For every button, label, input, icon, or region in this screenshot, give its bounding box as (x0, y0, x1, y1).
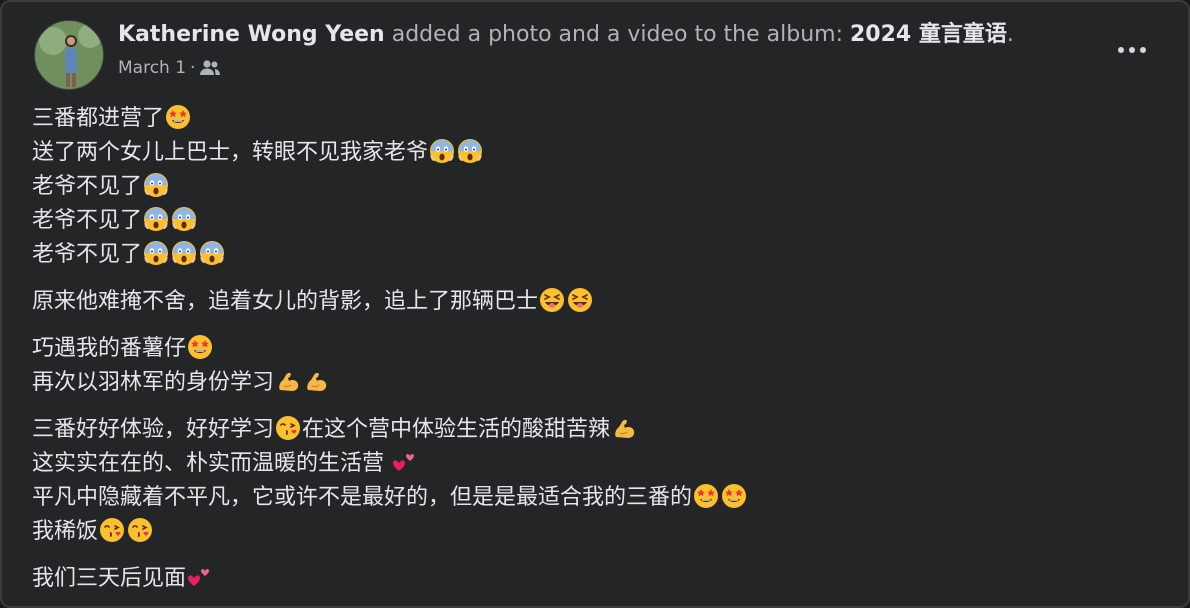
squint-tongue-emoji-icon (539, 287, 565, 313)
scream-emoji-icon (143, 172, 169, 198)
post-action-text: added a photo and a video to the album: (384, 22, 850, 47)
star-struck-emoji-icon (187, 334, 213, 360)
avatar-image (35, 21, 103, 89)
post-text: 再次以羽林军的身份学习 (32, 370, 275, 395)
post-text: 送了两个女儿上巴士，转眼不见我家老爷 (32, 140, 429, 165)
flexed-biceps-emoji-icon (303, 368, 329, 394)
post-text: 原来他难掩不舍，追着女儿的背影，追上了那辆巴士 (32, 289, 539, 314)
kiss-heart-emoji-icon (127, 517, 153, 543)
star-struck-emoji-icon (165, 104, 191, 130)
avatar[interactable] (34, 20, 104, 90)
two-hearts-emoji-icon (392, 449, 418, 475)
post-text-line: 送了两个女儿上巴士，转眼不见我家老爷 (32, 136, 1158, 170)
post-date-link[interactable]: March 1 (118, 56, 186, 80)
post-text: 平凡中隐藏着不平凡，它或许不是最好的，但是是最适合我的三番的 (32, 485, 693, 510)
post-text: 这实实在在的、朴实而温暖的生活营 (32, 451, 391, 476)
post-text: 在这个营中体验生活的酸甜苦辣 (302, 417, 611, 442)
post-text: 老爷不见了 (32, 174, 143, 199)
flexed-biceps-emoji-icon (275, 368, 301, 394)
more-options-button[interactable] (1112, 30, 1152, 70)
post-text-line: 这实实在在的、朴实而温暖的生活营 (32, 447, 1158, 481)
scream-emoji-icon (429, 138, 455, 164)
two-hearts-emoji-icon (187, 564, 213, 590)
post-text: 我们三天后见面 (32, 566, 187, 591)
post-body: 三番都进营了 送了两个女儿上巴士，转眼不见我家老爷 老爷不见了 老爷不见了 老爷… (32, 102, 1158, 606)
star-struck-emoji-icon (693, 483, 719, 509)
squint-tongue-emoji-icon (567, 287, 593, 313)
post-paragraph: 三番都进营了 送了两个女儿上巴士，转眼不见我家老爷 老爷不见了 老爷不见了 老爷… (32, 102, 1158, 272)
post-text-line: 三番好好体验，好好学习 在这个营中体验生活的酸甜苦辣 (32, 413, 1158, 447)
post-text-line: 原来他难掩不舍，追着女儿的背影，追上了那辆巴士 (32, 285, 1158, 319)
post-paragraph: 三番好好体验，好好学习 在这个营中体验生活的酸甜苦辣 这实实在在的、朴实而温暖的… (32, 413, 1158, 549)
scream-emoji-icon (143, 206, 169, 232)
post-card: Katherine Wong Yeen added a photo and a … (0, 0, 1190, 608)
album-name-link[interactable]: 2024 童言童语 (850, 22, 1007, 47)
post-text: 三番都进营了 (32, 106, 165, 131)
scream-emoji-icon (457, 138, 483, 164)
meta-separator: · (190, 58, 196, 78)
kiss-heart-emoji-icon (275, 415, 301, 441)
post-text-line: 老爷不见了 (32, 238, 1158, 272)
post-text-line: 我稀饭 (32, 515, 1158, 549)
post-text-line: 再次以羽林军的身份学习 (32, 366, 1158, 400)
post-text-line: 三番都进营了 (32, 102, 1158, 136)
post-text: 三番好好体验，好好学习 (32, 417, 275, 442)
author-name-link[interactable]: Katherine Wong Yeen (118, 22, 385, 47)
post-text: 巧遇我的番薯仔 (32, 336, 187, 361)
scream-emoji-icon (143, 240, 169, 266)
post-text-line: 老爷不见了 (32, 204, 1158, 238)
post-text: 老爷不见了 (32, 242, 143, 267)
post-title-line: Katherine Wong Yeen added a photo and a … (118, 18, 1014, 52)
post-text-line: 我们三天后见面 (32, 562, 1158, 596)
post-header: Katherine Wong Yeen added a photo and a … (32, 18, 1158, 90)
post-text: 我稀饭 (32, 519, 99, 544)
post-paragraph: 原来他难掩不舍，追着女儿的背影，追上了那辆巴士 (32, 285, 1158, 319)
post-paragraph: 巧遇我的番薯仔 再次以羽林军的身份学习 (32, 332, 1158, 400)
post-paragraph: 我们三天后见面 (32, 562, 1158, 596)
scream-emoji-icon (171, 240, 197, 266)
post-meta: March 1 · (118, 56, 221, 80)
scream-emoji-icon (199, 240, 225, 266)
friends-icon[interactable] (199, 59, 221, 77)
post-text-line: 老爷不见了 (32, 170, 1158, 204)
post-text-line: 平凡中隐藏着不平凡，它或许不是最好的，但是是最适合我的三番的 (32, 481, 1158, 515)
scream-emoji-icon (171, 206, 197, 232)
kiss-heart-emoji-icon (99, 517, 125, 543)
post-text: 老爷不见了 (32, 208, 143, 233)
more-options-icon (1118, 47, 1124, 53)
post-text-line: 巧遇我的番薯仔 (32, 332, 1158, 366)
flexed-biceps-emoji-icon (611, 415, 637, 441)
star-struck-emoji-icon (721, 483, 747, 509)
album-suffix: . (1006, 22, 1014, 47)
